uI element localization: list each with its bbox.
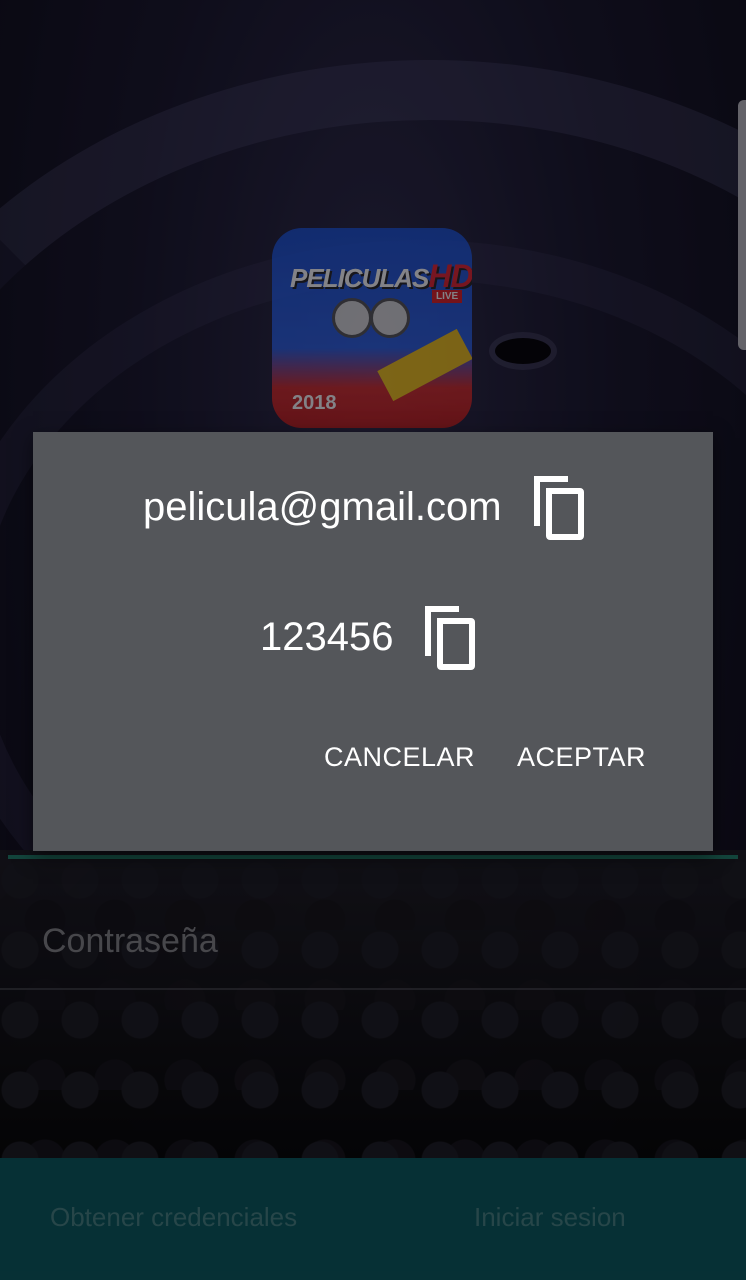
credential-email: pelicula@gmail.com	[143, 485, 502, 529]
cancel-button[interactable]: CANCELAR	[324, 742, 475, 773]
credential-password: 123456	[260, 615, 394, 659]
accept-button[interactable]: ACEPTAR	[517, 742, 646, 773]
copy-email-icon[interactable]	[526, 472, 590, 542]
login-screen: PELICULASHD LIVE 2018 Contraseña Obtener…	[0, 0, 746, 1280]
email-row: pelicula@gmail.com	[143, 472, 590, 542]
password-row: 123456	[260, 602, 481, 672]
copy-password-icon[interactable]	[417, 602, 481, 672]
credentials-dialog: pelicula@gmail.com 123456 CANCELAR ACEPT…	[33, 432, 713, 851]
